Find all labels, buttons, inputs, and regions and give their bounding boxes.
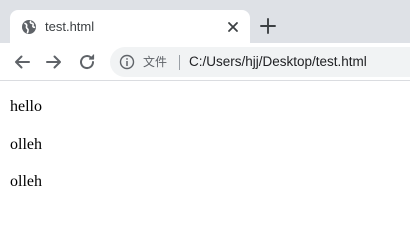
tab-strip: test.html [0, 0, 410, 43]
page-content: hello olleh olleh [0, 82, 410, 214]
close-icon[interactable] [225, 19, 241, 35]
address-bar[interactable]: 文件 C:/Users/hjj/Desktop/test.html [110, 47, 410, 77]
address-divider [179, 55, 180, 70]
url-text[interactable]: C:/Users/hjj/Desktop/test.html [189, 54, 367, 70]
reload-icon[interactable] [77, 52, 97, 72]
tab-title: test.html [45, 19, 95, 34]
arrow-right-icon[interactable] [44, 52, 64, 72]
browser-window: test.html 文件 C:/Users/hjj/Desktop/test.h… [0, 0, 410, 214]
info-icon[interactable] [119, 54, 135, 70]
arrow-left-icon[interactable] [12, 52, 32, 72]
text-line-hello: hello [10, 98, 42, 115]
tab-test-html[interactable]: test.html [10, 10, 250, 43]
text-line-olleh-1: olleh [10, 136, 42, 153]
toolbar: 文件 C:/Users/hjj/Desktop/test.html [0, 43, 410, 81]
plus-icon[interactable] [259, 17, 277, 35]
site-label: 文件 [143, 55, 168, 69]
text-line-olleh-2: olleh [10, 173, 42, 190]
globe-icon [22, 20, 36, 34]
